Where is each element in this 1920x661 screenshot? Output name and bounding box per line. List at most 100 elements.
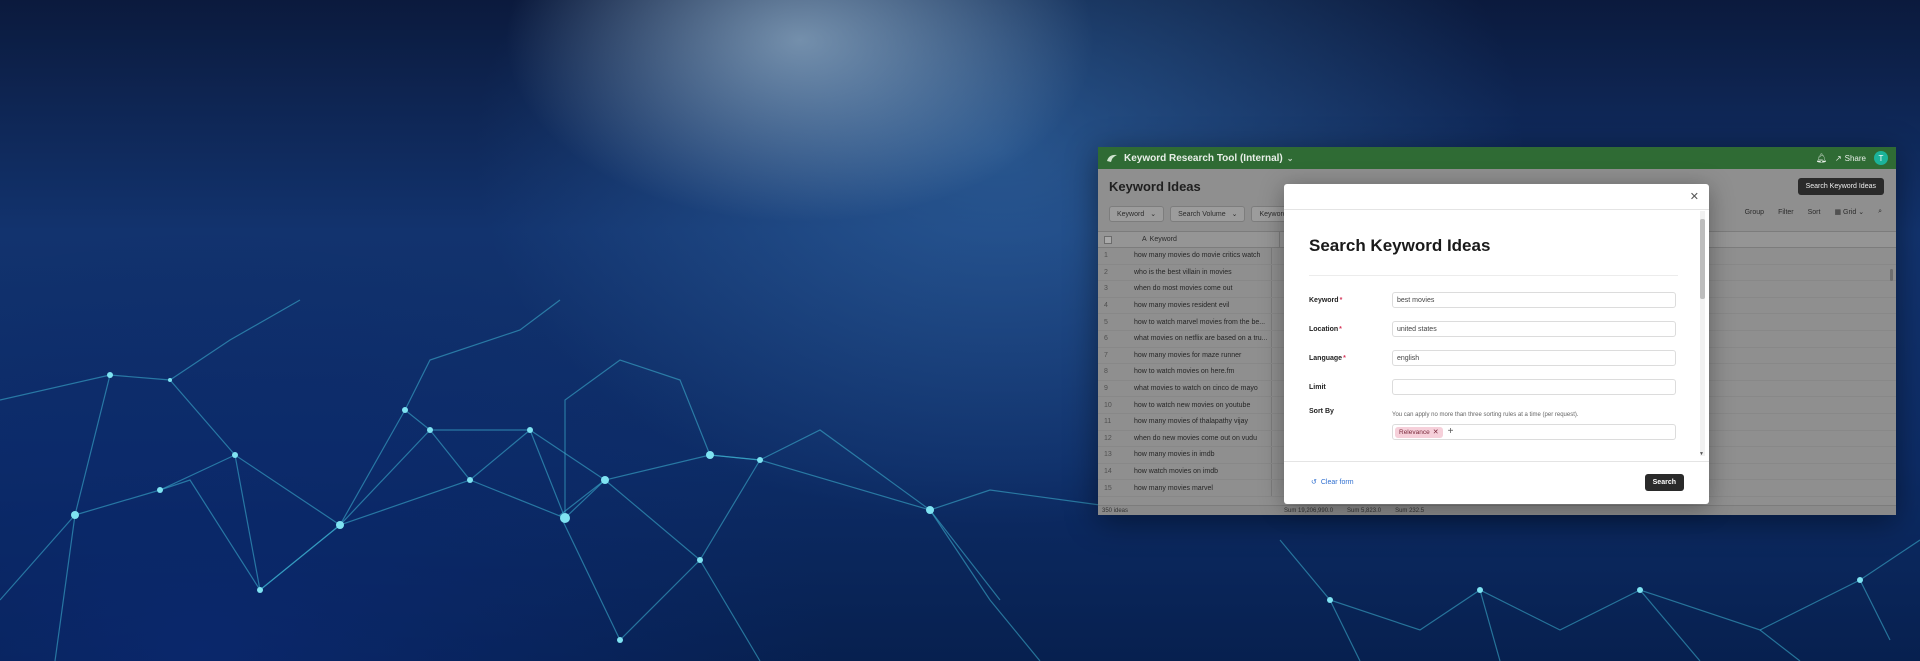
sum-value: Sum 5,823.0 [1347, 507, 1382, 514]
clear-form-label: Clear form [1320, 478, 1354, 486]
keyword-cell[interactable]: how watch movies on imdb [1134, 463, 1272, 480]
grid-footer: 350 ideas Sum 19,206,990.0 Sum 5,823.0 S… [1098, 505, 1896, 515]
app-logo-icon [1107, 154, 1117, 162]
text-type-icon: A [1142, 236, 1147, 243]
row-number: 5 [1104, 318, 1108, 326]
keyword-cell[interactable]: how to watch marvel movies from the be..… [1134, 314, 1272, 330]
keyword-cell[interactable]: how to watch new movies on youtube [1134, 397, 1272, 413]
clear-form-button[interactable]: ↺ Clear form [1311, 478, 1354, 487]
form-row-keyword: Keyword* best movies [1309, 292, 1676, 308]
sort-by-help-text: You can apply no more than three sorting… [1392, 412, 1579, 418]
add-sort-icon[interactable]: + [1448, 427, 1454, 437]
filter-chip-label: Search Volume [1178, 210, 1226, 218]
column-sums: Sum 19,206,990.0 Sum 5,823.0 Sum 232.5 [1284, 508, 1424, 514]
share-icon: ↗ [1834, 153, 1842, 163]
modal-title: Search Keyword Ideas [1309, 236, 1491, 255]
form-row-location: Location* united states [1309, 321, 1676, 337]
filter-chips: Keyword ⌄ Search Volume ⌄ Keyword Diffi [1109, 206, 1309, 222]
filter-chip-keyword[interactable]: Keyword ⌄ [1109, 206, 1165, 222]
language-label: Language* [1309, 354, 1346, 362]
share-label: Share [1844, 153, 1866, 163]
keyword-cell[interactable]: how many movies in imdb [1134, 447, 1272, 463]
keyword-cell[interactable]: how to watch movies on here.fm [1134, 364, 1272, 380]
search-icon[interactable]: ⌕ [1878, 208, 1882, 216]
sort-by-field[interactable]: Relevance ✕ + [1392, 424, 1676, 440]
row-number: 14 [1104, 468, 1112, 476]
scroll-down-icon[interactable]: ▼ [1699, 451, 1704, 457]
row-number: 9 [1104, 385, 1108, 393]
page-title: Keyword Ideas [1109, 179, 1201, 194]
keyword-cell[interactable]: how many movies marvel [1134, 480, 1272, 496]
limit-label: Limit [1309, 383, 1326, 391]
sort-by-label: Sort By [1309, 408, 1334, 415]
required-marker: * [1343, 354, 1346, 362]
row-number: 13 [1104, 451, 1112, 459]
filter-chip-label: Keyword [1117, 210, 1145, 218]
row-number: 1 [1104, 252, 1108, 260]
reset-icon: ↺ [1311, 479, 1317, 486]
keyword-cell[interactable]: what movies on netflix are based on a tr… [1134, 330, 1272, 347]
app-title[interactable]: Keyword Research Tool (Internal) [1124, 153, 1283, 164]
keyword-cell[interactable]: how many movies do movie critics watch [1134, 248, 1272, 264]
sort-tag-relevance: Relevance ✕ [1395, 426, 1443, 438]
search-keyword-ideas-button[interactable]: Search Keyword Ideas [1797, 178, 1884, 195]
app-header-bar: Keyword Research Tool (Internal) ⌄ 🔔︎ ↗ … [1098, 147, 1896, 169]
modal-header: ✕ [1284, 184, 1709, 210]
record-count: 350 ideas [1102, 507, 1129, 514]
row-number: 11 [1104, 418, 1112, 426]
limit-input[interactable] [1392, 379, 1676, 395]
row-number: 7 [1104, 351, 1108, 359]
remove-tag-icon[interactable]: ✕ [1433, 428, 1439, 436]
row-number: 6 [1104, 335, 1108, 343]
required-marker: * [1339, 325, 1342, 333]
required-marker: * [1339, 296, 1343, 304]
row-number: 10 [1104, 401, 1112, 409]
close-icon[interactable]: ✕ [1690, 190, 1699, 203]
keyword-cell[interactable]: when do most movies come out [1134, 281, 1272, 297]
row-number: 15 [1104, 484, 1112, 492]
location-input[interactable]: united states [1392, 321, 1676, 337]
view-toolbar: Group Filter Sort ▦ Grid ⌄ ⌕ [1745, 208, 1882, 216]
sum-value: Sum 232.5 [1395, 507, 1425, 514]
keyword-cell[interactable]: how many movies resident evil [1134, 297, 1272, 314]
form-row-limit: Limit [1309, 379, 1676, 395]
share-button[interactable]: ↗ Share [1835, 154, 1866, 163]
group-button[interactable]: Group [1745, 209, 1764, 216]
keyword-cell[interactable]: when do new movies come out on vudu [1134, 430, 1272, 447]
avatar[interactable]: T [1874, 151, 1888, 165]
filter-button[interactable]: Filter [1778, 209, 1794, 216]
search-button[interactable]: Search [1644, 474, 1684, 491]
keyword-label: Keyword* [1309, 296, 1343, 304]
location-label: Location* [1309, 325, 1342, 333]
language-input[interactable]: english [1392, 350, 1676, 366]
bell-icon[interactable]: 🔔︎ [1816, 153, 1827, 164]
row-number: 12 [1104, 434, 1112, 442]
keyword-cell[interactable]: how many movies of thalapathy vijay [1134, 413, 1272, 430]
grid-view-button[interactable]: ▦ Grid ⌄ [1834, 208, 1864, 216]
select-all-checkbox[interactable] [1104, 235, 1112, 244]
grid-scrollbar[interactable] [1890, 269, 1893, 281]
modal-scrollbar[interactable]: ▼ [1699, 211, 1705, 457]
form-row-language: Language* english [1309, 350, 1676, 366]
sort-button[interactable]: Sort [1808, 209, 1821, 216]
search-keyword-ideas-modal: ✕ Search Keyword Ideas Keyword* best mov… [1284, 184, 1709, 504]
modal-footer: ↺ Clear form Search [1284, 461, 1709, 504]
chevron-down-icon: ⌄ [1150, 211, 1157, 218]
keyword-cell[interactable]: what movies to watch on cinco de mayo [1134, 380, 1272, 397]
row-number: 8 [1104, 368, 1108, 376]
sort-tag-label: Relevance [1399, 428, 1430, 436]
row-number: 4 [1104, 302, 1108, 310]
column-header-label: Keyword [1149, 236, 1177, 243]
keyword-input[interactable]: best movies [1392, 292, 1676, 308]
row-number: 3 [1104, 285, 1108, 293]
keyword-cell[interactable]: who is the best villain in movies [1134, 264, 1272, 281]
keyword-cell[interactable]: how many movies for maze runner [1134, 347, 1272, 364]
scrollbar-thumb[interactable] [1700, 219, 1705, 299]
row-number: 2 [1104, 268, 1108, 276]
chevron-down-icon[interactable]: ⌄ [1287, 154, 1294, 163]
chevron-down-icon: ⌄ [1231, 211, 1238, 218]
divider [1309, 275, 1678, 276]
grid-view-label: Grid [1843, 209, 1857, 216]
column-header-keyword[interactable]: A Keyword [1142, 232, 1280, 247]
filter-chip-search-volume[interactable]: Search Volume ⌄ [1170, 206, 1246, 222]
